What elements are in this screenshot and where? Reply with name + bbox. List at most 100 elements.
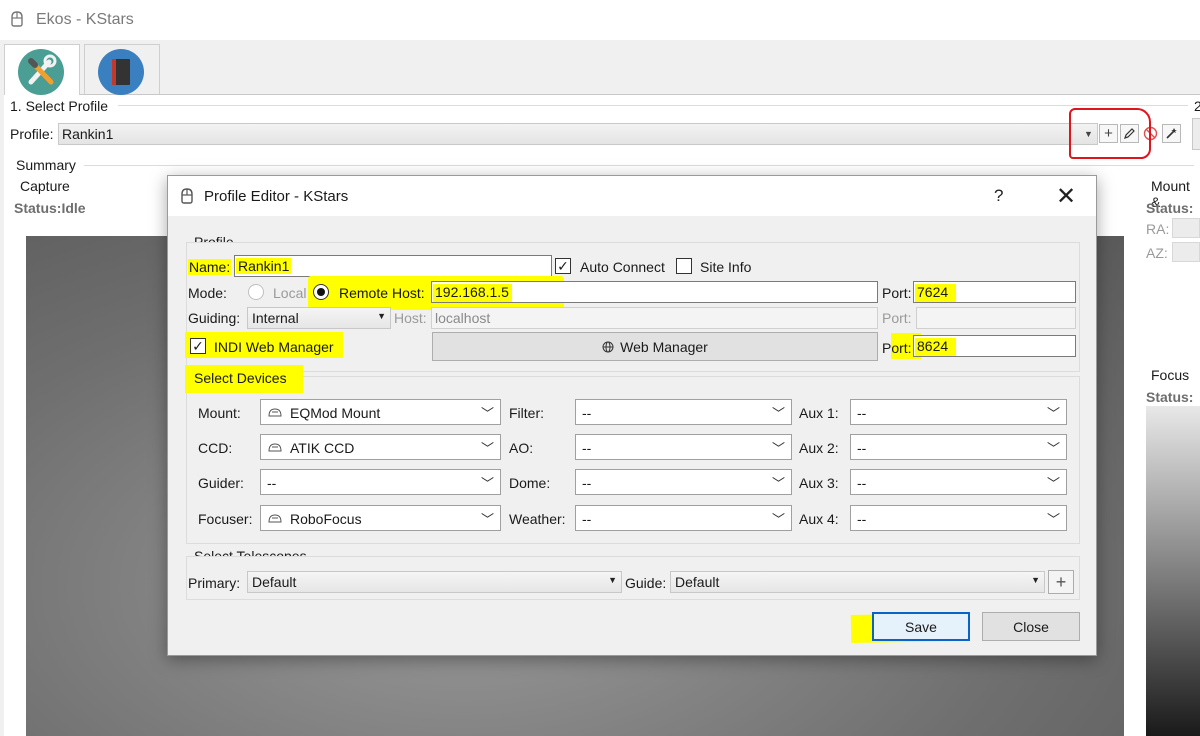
chevron-down-icon: ﹀ [480, 512, 494, 527]
capture-heading: Capture [20, 178, 70, 194]
device-aux4-combo[interactable]: -- ﹀ [850, 505, 1067, 531]
indi-web-manager-label: INDI Web Manager [214, 339, 334, 355]
web-port-input-value: 8624 [915, 338, 957, 356]
device-ao-combo[interactable]: -- ﹀ [575, 434, 792, 460]
guide-telescope-combo[interactable]: Default ▼ [670, 571, 1045, 593]
device-aux3-label: Aux 3: [799, 475, 839, 491]
web-manager-button[interactable]: Web Manager [432, 332, 878, 361]
save-button[interactable]: Save [872, 612, 970, 641]
device-weather-combo[interactable]: -- ﹀ [575, 505, 792, 531]
chevron-down-icon: ﹀ [480, 476, 494, 491]
save-button-label: Save [905, 618, 937, 635]
device-mount-value: EQMod Mount [290, 405, 381, 421]
device-filter-combo[interactable]: -- ﹀ [575, 399, 792, 425]
device-guider-label: Guider: [198, 475, 244, 491]
device-mount-combo[interactable]: EQMod Mount ﹀ [260, 399, 501, 425]
device-weather-value: -- [582, 511, 592, 527]
summary-divider [84, 165, 1194, 166]
device-aux2-value: -- [857, 440, 867, 456]
device-aux3-combo[interactable]: -- ﹀ [850, 469, 1067, 495]
profile-editor-dialog: Profile Editor - KStars ? ✕ Profile Name… [167, 175, 1097, 656]
port-input[interactable]: 7624 [913, 281, 1076, 303]
site-info-checkbox[interactable] [676, 258, 692, 274]
auto-connect-checkbox[interactable]: ✓ [555, 258, 571, 274]
guiding-combo-value: Internal [252, 310, 299, 326]
profile-wizard-icon[interactable] [1162, 124, 1181, 143]
device-ccd-combo[interactable]: ATIK CCD ﹀ [260, 434, 501, 460]
tab-logbook[interactable] [84, 44, 160, 95]
web-manager-button-label: Web Manager [620, 338, 708, 355]
host-input[interactable]: 192.168.1.5 [431, 281, 878, 303]
device-guider-combo[interactable]: -- ﹀ [260, 469, 501, 495]
dialog-close-icon[interactable]: ✕ [1056, 182, 1076, 211]
globe-icon [602, 341, 614, 352]
device-focuser-combo[interactable]: RoboFocus ﹀ [260, 505, 501, 531]
red-annotation-mark [1069, 108, 1151, 159]
help-button[interactable]: ? [994, 186, 1003, 206]
device-guider-value: -- [267, 475, 277, 491]
device-filter-value: -- [582, 405, 592, 421]
add-telescope-icon: + [1055, 571, 1067, 592]
chevron-down-icon: ﹀ [1046, 512, 1060, 527]
device-ao-label: AO: [509, 440, 534, 456]
web-port-input[interactable]: 8624 [913, 335, 1076, 357]
device-aux4-label: Aux 4: [799, 511, 839, 527]
ra-field [1172, 218, 1200, 238]
group-divider [118, 105, 1188, 106]
az-label: AZ: [1146, 245, 1168, 261]
chevron-down-icon: ﹀ [1046, 441, 1060, 456]
device-ccd-label: CCD: [198, 440, 233, 456]
host-label: Host: [392, 285, 425, 301]
guiding-combo[interactable]: Internal ▼ [247, 307, 391, 329]
focus-preview-image [1146, 406, 1200, 736]
close-button[interactable]: Close [982, 612, 1080, 641]
mode-label: Mode: [188, 285, 227, 301]
guiding-port-input[interactable] [916, 307, 1076, 329]
device-aux1-combo[interactable]: -- ﹀ [850, 399, 1067, 425]
chevron-down-icon: ﹀ [771, 476, 785, 491]
name-input[interactable]: Rankin1 [234, 255, 552, 277]
mount-status: Status: [1146, 200, 1194, 216]
device-aux2-label: Aux 2: [799, 440, 839, 456]
name-input-value: Rankin1 [236, 258, 292, 274]
guide-dropdown-arrow-icon: ▼ [1031, 575, 1040, 585]
select-devices-heading: Select Devices [194, 370, 287, 386]
device-focuser-value: RoboFocus [290, 511, 362, 527]
focus-heading: Focus [1151, 367, 1190, 383]
device-weather-label: Weather: [509, 511, 566, 527]
chevron-down-icon: ﹀ [480, 406, 494, 421]
mode-remote-label: Remote [339, 285, 389, 301]
section-two-button[interactable] [1192, 118, 1200, 150]
profile-combo[interactable]: Rankin1 [58, 123, 1098, 145]
chevron-down-icon: ﹀ [771, 512, 785, 527]
section-two-heading: 2 [1194, 98, 1200, 114]
guiding-host-value: localhost [435, 310, 491, 326]
device-mount-label: Mount: [198, 405, 241, 421]
device-icon [268, 443, 282, 452]
kstars-dialog-icon [181, 188, 193, 204]
site-info-label: Site Info [700, 259, 752, 275]
primary-telescope-combo[interactable]: Default ▼ [247, 571, 622, 593]
dialog-title: Profile Editor - KStars [204, 188, 349, 205]
device-dome-label: Dome: [509, 475, 551, 491]
indi-web-manager-checkbox[interactable]: ✓ [190, 338, 206, 354]
tab-setup[interactable] [4, 44, 80, 95]
chevron-down-icon: ﹀ [771, 406, 785, 421]
device-aux2-combo[interactable]: -- ﹀ [850, 434, 1067, 460]
primary-label: Primary: [188, 575, 241, 591]
chevron-down-icon: ﹀ [1046, 406, 1060, 421]
profile-label: Profile: [10, 126, 54, 142]
device-aux1-label: Aux 1: [799, 405, 839, 421]
mode-local-radio[interactable] [248, 284, 264, 300]
mode-remote-radio[interactable] [313, 284, 329, 300]
guide-telescope-value: Default [675, 574, 720, 590]
dialog-titlebar: Profile Editor - KStars ? ✕ [168, 176, 1096, 216]
port-input-value: 7624 [915, 284, 957, 302]
add-telescope-button[interactable]: + [1048, 570, 1074, 594]
mode-local-label: Local [273, 285, 307, 301]
guiding-host-input[interactable]: localhost [431, 307, 878, 329]
device-dome-combo[interactable]: -- ﹀ [575, 469, 792, 495]
logbook-icon [98, 49, 144, 95]
guiding-port-label: Port: [882, 310, 912, 326]
summary-heading: Summary [16, 157, 76, 173]
